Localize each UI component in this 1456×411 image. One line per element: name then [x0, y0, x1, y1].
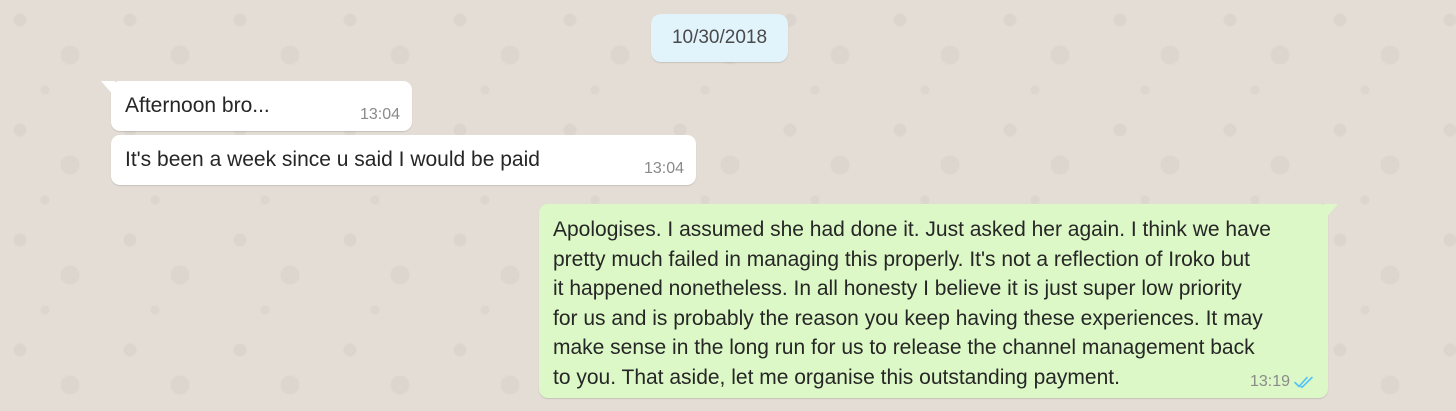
date-label: 10/30/2018 [671, 27, 768, 48]
message-timestamp: 13:19 [1249, 373, 1290, 390]
message-text: Apologises. I assumed she had done it. J… [553, 215, 1323, 392]
date-separator: 10/30/2018 [651, 14, 788, 62]
message-timestamp: 13:04 [359, 106, 400, 123]
message-time: 13:04 [644, 160, 684, 178]
bubble-tail [101, 81, 115, 97]
bubble-tail [1324, 204, 1338, 220]
outgoing-message-bubble[interactable]: Apologises. I assumed she had done it. J… [539, 204, 1338, 398]
message-line: make sense in the long run for us to rel… [553, 336, 1255, 359]
message-time: 13:19 [1250, 373, 1316, 391]
double-check-read-icon [1294, 375, 1316, 389]
message-line: pretty much failed in managing this prop… [553, 247, 1250, 271]
message-line: to you. That aside, let me organise this… [553, 365, 1120, 389]
message-timestamp: 13:04 [643, 160, 684, 177]
message-line: for us and is probably the reason you ke… [553, 306, 1263, 330]
incoming-message-bubble[interactable]: Afternoon bro... 13:04 [101, 81, 412, 131]
message-line: it happened nonetheless. In all honesty … [553, 277, 1242, 300]
message-text: Afternoon bro... [125, 94, 270, 117]
message-line: Apologises. I assumed she had done it. J… [553, 218, 1271, 241]
message-time: 13:04 [360, 106, 400, 124]
incoming-message-bubble[interactable]: It's been a week since u said I would be… [111, 135, 696, 185]
message-text: It's been a week since u said I would be… [125, 148, 540, 171]
